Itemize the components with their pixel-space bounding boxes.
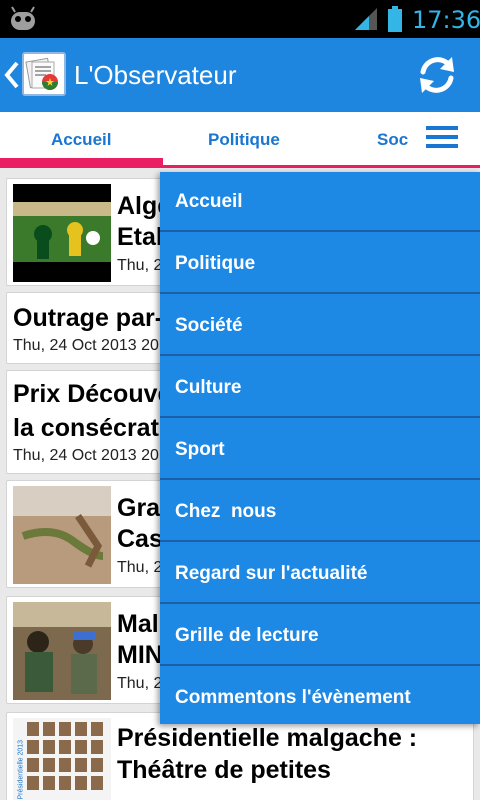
article-title-line2: Théâtre de petites [117, 756, 331, 784]
article-title: Mal [117, 610, 159, 638]
article-thumbnail: Présidentielle 2013 [13, 718, 111, 800]
status-bar: 17:36 [0, 0, 480, 38]
article-date: Thu, 2 [117, 675, 163, 692]
article-title-line2: la consécrati [13, 414, 166, 442]
menu-item-label: Chez nous [175, 501, 277, 522]
article-title-line2: Cas [117, 525, 163, 553]
thumb-caption: Présidentielle 2013 [17, 739, 25, 800]
battery-icon [388, 6, 402, 32]
android-debug-icon [11, 6, 35, 30]
menu-item-politique[interactable]: Politique [160, 234, 480, 294]
tab-societe[interactable]: Soc [377, 130, 408, 150]
candidates-grid-image [27, 722, 103, 790]
article-title: Outrage par- [13, 304, 164, 332]
status-clock: 17:36 [412, 6, 480, 34]
category-dropdown-menu: Accueil Politique Société Culture Sport … [160, 172, 480, 724]
article-date: Thu, 2 [117, 559, 163, 576]
article-thumbnail [13, 184, 111, 282]
menu-item-culture[interactable]: Culture [160, 358, 480, 418]
app-title: L'Observateur [74, 60, 237, 90]
menu-item-label: Culture [175, 377, 242, 398]
menu-item-label: Regard sur l'actualité [175, 563, 368, 584]
action-bar: L'Observateur [0, 38, 480, 112]
article-date: Thu, 2 [117, 257, 163, 274]
article-date: Thu, 24 Oct 2013 20 [13, 447, 159, 464]
menu-item-label: Grille de lecture [175, 625, 319, 646]
tab-accueil[interactable]: Accueil [51, 130, 111, 150]
article-thumbnail [13, 602, 111, 700]
menu-item-label: Accueil [175, 191, 243, 212]
menu-item-sport[interactable]: Sport [160, 420, 480, 480]
menu-item-societe[interactable]: Société [160, 296, 480, 356]
chevron-left-icon[interactable] [4, 60, 20, 90]
article-thumbnail [13, 486, 111, 584]
article-title: Prix Découve [13, 380, 172, 408]
refresh-icon[interactable] [414, 52, 460, 98]
menu-item-grille-de-lecture[interactable]: Grille de lecture [160, 606, 480, 666]
signal-icon [355, 8, 377, 30]
app-logo[interactable] [22, 52, 66, 96]
tab-politique[interactable]: Politique [208, 130, 280, 150]
article-title-line2: Etal [117, 223, 163, 251]
menu-item-label: Sport [175, 439, 225, 460]
article-title: Gra [117, 494, 161, 522]
article-date: Thu, 24 Oct 2013 20 [13, 337, 159, 354]
category-tabs: Accueil Politique Soc [0, 112, 480, 168]
tab-active-indicator [0, 158, 163, 165]
menu-item-label: Société [175, 315, 243, 336]
newspaper-logo-icon [25, 57, 58, 90]
menu-item-label: Politique [175, 253, 256, 274]
menu-item-label: Commentons l'évènement [175, 687, 411, 708]
menu-item-chez-nous[interactable]: Chez nous [160, 482, 480, 542]
overflow-menu-icon[interactable] [426, 126, 458, 152]
menu-item-regard-sur-actualite[interactable]: Regard sur l'actualité [160, 544, 480, 604]
menu-item-accueil[interactable]: Accueil [160, 172, 480, 232]
article-title-line2: MIN [117, 641, 163, 669]
menu-item-commentons-evenement[interactable]: Commentons l'évènement [160, 668, 480, 728]
